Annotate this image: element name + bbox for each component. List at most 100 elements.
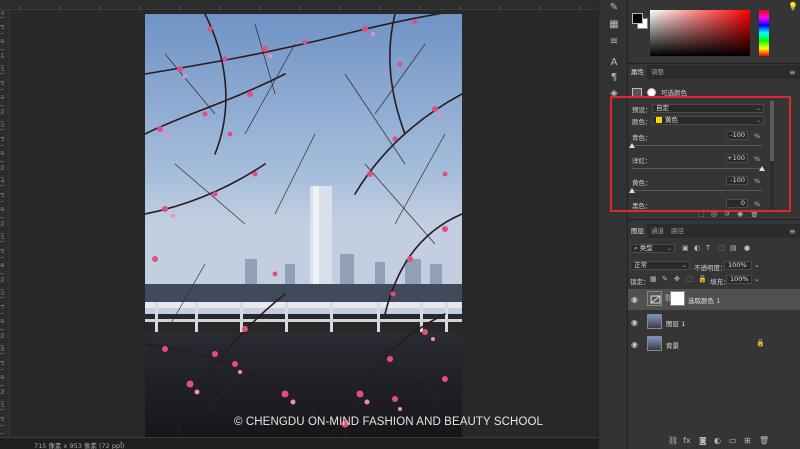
ruler-label: 7 [1, 305, 5, 311]
ruler-label: 2 [1, 95, 5, 101]
panel-icon-strip: ✎ ▦ ≡ A ¶ ◈ [598, 0, 628, 449]
tab-properties[interactable]: 属性 [628, 65, 647, 79]
top-ruler-ticks [19, 6, 581, 10]
eye-icon[interactable]: ◉ [631, 295, 638, 304]
highlight-box [610, 96, 791, 212]
new-group-icon[interactable]: ▭ [729, 436, 737, 445]
ruler-label: 5 [1, 277, 5, 283]
add-mask-icon[interactable]: ◙ [699, 436, 707, 445]
layer-row[interactable]: ◉ ⛓ 选取颜色 1 [628, 289, 800, 310]
paragraph-icon[interactable]: ¶ [608, 72, 620, 84]
chevron-down-icon[interactable]: ⌄ [754, 261, 760, 269]
left-ruler: 0 5 0 1 5 0 2 5 0 3 5 0 4 5 0 5 5 0 6 5 0 7 5 0 8 5 0 9 5 0 [0, 10, 10, 437]
ruler-label: 0 [1, 39, 5, 45]
layers-panel: 图层 通道 路径 ≡ ⌕ 类型 ⌄ ▣ ◐ T ⬚ ▤ ● 正常 ⌄ 不透明度：… [628, 224, 800, 449]
lock-paint-icon[interactable]: ✎ [662, 275, 668, 283]
tab-adjustments[interactable]: 调整 [648, 65, 667, 79]
document-size-info: 715 像素 x 953 像素 (72 ppi) [34, 442, 125, 449]
ruler-label: 5 [1, 403, 5, 409]
right-panels: 💡 属性 调整 ≡ 可选颜色 预设： 自定 ⌄ 颜色： 黄色 ⌄ 青色： -10… [628, 0, 800, 449]
panel-menu-icon[interactable]: ≡ [789, 68, 796, 77]
opacity-value: 100% [728, 261, 747, 269]
ruler-label: 5 [1, 221, 5, 227]
lock-position-icon[interactable]: ✥ [674, 275, 680, 283]
ruler-label: 0 [1, 123, 5, 129]
watermark-text: © CHENGDU ON-MIND FASHION AND BEAUTY SCH… [234, 416, 544, 428]
ruler-label: 0 [1, 207, 5, 213]
ruler-label: 6 [1, 263, 5, 269]
chevron-down-icon: ⌄ [681, 262, 687, 269]
filter-type-icon[interactable]: T [706, 244, 710, 252]
adjustment-thumbnail [647, 291, 662, 306]
trash-icon[interactable]: 🗑 [759, 436, 769, 445]
new-layer-icon[interactable]: ⊞ [744, 436, 751, 445]
layer-thumbnail [647, 336, 662, 351]
color-panel: 💡 [628, 0, 800, 64]
ruler-label: 0 [1, 333, 5, 339]
color-picker-field[interactable] [650, 10, 750, 56]
filter-shape-icon[interactable]: ⬚ [718, 244, 725, 252]
swatches-icon[interactable]: ▦ [608, 19, 620, 31]
panel-menu-icon[interactable]: ≡ [789, 227, 796, 236]
eye-icon[interactable]: ◉ [631, 318, 638, 327]
ruler-label: 4 [1, 179, 5, 185]
tab-paths[interactable]: 路径 [668, 224, 687, 238]
status-menu-arrow[interactable]: › [120, 439, 123, 447]
fill-field[interactable]: 100% [726, 275, 752, 284]
layers-tabs: 图层 通道 路径 ≡ [628, 224, 800, 238]
filter-toggle-icon[interactable]: ● [744, 244, 750, 252]
filter-smart-icon[interactable]: ▤ [730, 244, 737, 252]
eye-icon[interactable]: ◉ [631, 340, 638, 349]
top-ruler [0, 0, 598, 10]
layer-thumbnail [647, 314, 662, 329]
layer-name[interactable]: 图层 1 [666, 318, 685, 328]
hue-slider[interactable] [759, 10, 769, 56]
ruler-label: 0 [1, 81, 5, 87]
tab-layers[interactable]: 图层 [628, 224, 647, 238]
character-icon[interactable]: A [608, 57, 620, 69]
ruler-label: 5 [1, 361, 5, 367]
ruler-label: 5 [1, 193, 5, 199]
selective-color-glyph-icon [650, 295, 661, 304]
lock-artboard-icon[interactable]: ⬚ [686, 275, 693, 283]
fx-icon[interactable]: fx [683, 436, 691, 445]
layer-name[interactable]: 选取颜色 1 [688, 295, 720, 305]
ruler-label: 5 [1, 67, 5, 73]
filter-adjustment-icon[interactable]: ◐ [694, 244, 700, 252]
lock-label: 锁定： [630, 278, 650, 286]
ruler-label: 5 [1, 319, 5, 325]
blend-mode-value: 正常 [634, 261, 647, 269]
lock-icon[interactable]: 🔒 [698, 275, 707, 283]
layer-row[interactable]: ◉ 图层 1 [628, 312, 800, 333]
opacity-field[interactable]: 100% [724, 261, 752, 270]
tab-channels[interactable]: 通道 [648, 224, 667, 238]
properties-tabs: 属性 调整 ≡ [628, 65, 800, 79]
document-image[interactable] [145, 14, 462, 437]
new-adjustment-icon[interactable]: ◐ [714, 436, 721, 445]
ruler-label: 5 [1, 151, 5, 157]
ruler-label: 3 [1, 137, 5, 143]
history-brush-icon[interactable]: ✎ [608, 2, 620, 14]
layers-bottom-bar: ⛓ fx ◙ ◐ ▭ ⊞ 🗑 [628, 433, 800, 449]
ruler-label: 0 [1, 11, 5, 17]
fill-value: 100% [730, 275, 749, 283]
cherry-blossom-photo [145, 14, 462, 437]
adjust-sliders-icon[interactable]: ≡ [608, 36, 620, 48]
chevron-down-icon[interactable]: ⌄ [754, 275, 760, 283]
layer-filter-dropdown[interactable]: ⌕ 类型 ⌄ [630, 244, 675, 253]
lock-pixels-icon[interactable]: ▦ [650, 275, 657, 283]
ruler-label: 0 [1, 417, 5, 423]
ruler-label: 0 [1, 291, 5, 297]
foreground-color-swatch[interactable] [632, 13, 643, 24]
layer-mask-thumbnail[interactable] [670, 291, 685, 306]
lightbulb-icon[interactable]: 💡 [788, 2, 798, 11]
chevron-down-icon: ⌄ [666, 245, 672, 252]
lock-icon[interactable]: 🔒 [756, 339, 765, 347]
blend-mode-dropdown[interactable]: 正常 ⌄ [630, 261, 690, 270]
layer-row[interactable]: ◉ 背景 🔒 [628, 334, 800, 355]
ruler-label: 5 [1, 235, 5, 241]
layer-name[interactable]: 背景 [666, 340, 679, 350]
filter-pixel-icon[interactable]: ▣ [682, 244, 689, 252]
ruler-label: 5 [1, 25, 5, 31]
link-layers-icon[interactable]: ⛓ [668, 436, 678, 445]
